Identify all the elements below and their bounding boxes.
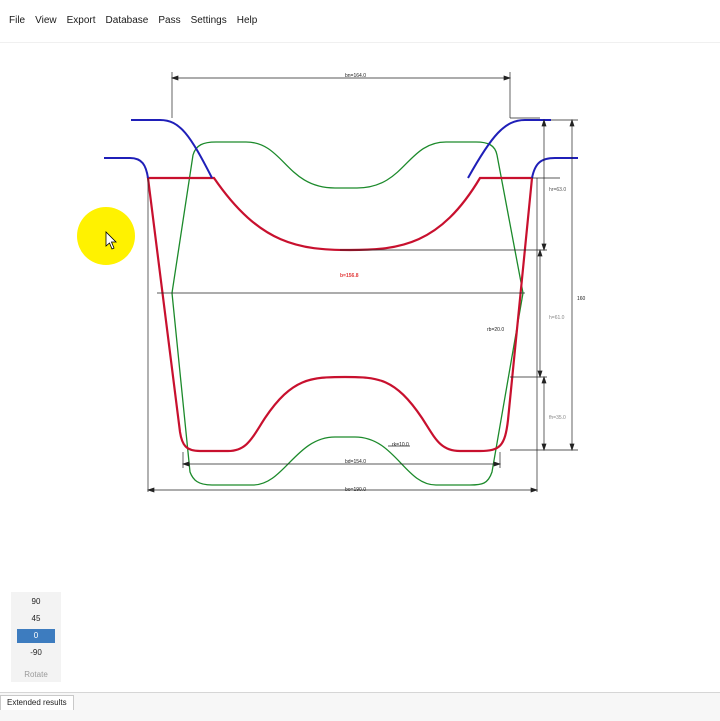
dim-bo: bo=190.0 (345, 487, 366, 493)
rotate-label: Rotate (24, 670, 48, 679)
menu-help[interactable]: Help (232, 14, 263, 28)
bottom-panel: Extended results (0, 692, 720, 721)
menu-items: File View Export Database Pass Settings … (4, 14, 262, 28)
rotate-panel: 90 45 0 -90 Rotate (11, 592, 61, 682)
red-profile (146, 176, 534, 453)
dim-rk: rk=10.0 (392, 442, 409, 448)
tab-extended-results[interactable]: Extended results (0, 695, 74, 710)
dim-bd: bd=154.0 (345, 459, 366, 465)
menu-pass[interactable]: Pass (153, 14, 185, 28)
menu-bar: File View Export Database Pass Settings … (0, 0, 720, 43)
rotate-90-button[interactable]: 90 (17, 595, 55, 609)
menu-database[interactable]: Database (101, 14, 154, 28)
rotate-0-button[interactable]: 0 (17, 629, 55, 643)
dim-fh: fh=35.0 (549, 415, 566, 421)
menu-settings[interactable]: Settings (186, 14, 232, 28)
dim-rb: rb=20.0 (487, 327, 504, 333)
menu-export[interactable]: Export (62, 14, 101, 28)
rotate-minus90-button[interactable]: -90 (17, 646, 55, 660)
rotate-45-button[interactable]: 45 (17, 612, 55, 626)
dim-b: b=156.8 (340, 273, 359, 279)
dimension-lines (146, 72, 578, 493)
blue-roll-left (104, 119, 213, 179)
menu-view[interactable]: View (30, 14, 62, 28)
dim-bn: bn=164.0 (345, 73, 366, 79)
dim-total: 160 (577, 296, 586, 302)
dim-h: h=61.0 (549, 315, 565, 321)
diagram-canvas[interactable]: bn=164.0 b=156.8 rb=20.0 hr=63.0 h=61.0 … (0, 42, 720, 692)
menu-file[interactable]: File (4, 14, 30, 28)
dim-hr: hr=63.0 (549, 187, 566, 193)
blue-roll-right (467, 119, 578, 179)
